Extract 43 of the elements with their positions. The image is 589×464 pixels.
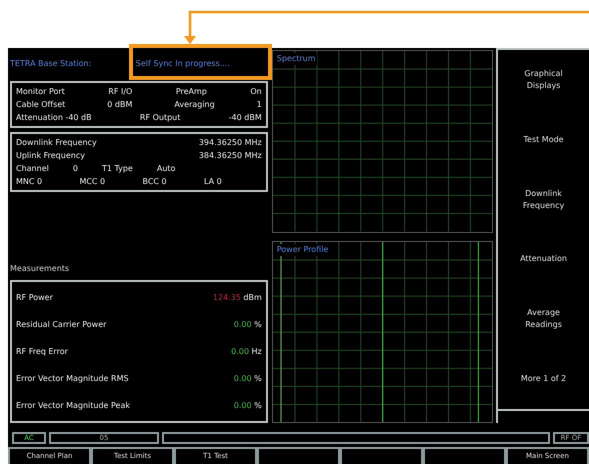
setting-text: Monitor Port	[16, 86, 65, 98]
channel-text: T1 Type	[102, 163, 133, 175]
setting-text: RF I/O	[108, 86, 132, 98]
channel-text: Auto	[156, 163, 176, 175]
measurement-value: 0.00	[234, 374, 252, 383]
frequency-label: Downlink Frequency	[16, 137, 97, 149]
network-code: MCC 0	[79, 176, 106, 188]
setting-text: PreAmp	[176, 86, 207, 98]
setting-text: Cable Offset	[16, 99, 66, 111]
sync-status: Self Sync In progress....	[136, 59, 230, 68]
setting-text: Attenuation -40 dB	[16, 112, 92, 124]
graph-title: Power Profile	[276, 244, 330, 256]
setting-text: 1	[256, 99, 262, 111]
network-code: BCC 0	[142, 176, 167, 188]
network-code: LA 0	[204, 176, 222, 188]
network-code: MNC 0	[16, 176, 42, 188]
setting-text: 0 dBM	[107, 99, 132, 111]
frequency-value: 394.36250 MHz	[198, 137, 262, 149]
measurement-name: Residual Carrier Power	[16, 319, 106, 331]
setting-text: -40 dBM	[228, 112, 262, 124]
screen-title: TETRA Base Station:	[10, 59, 92, 68]
measurement-unit: %	[254, 374, 262, 383]
measurement-name: Error Vector Magnitude RMS	[16, 373, 129, 385]
measurement-value: 0.00	[234, 401, 252, 410]
measurement-unit: dBm	[243, 293, 262, 302]
frequency-label: Uplink Frequency	[16, 150, 85, 162]
setting-text: Averaging	[174, 99, 215, 111]
frequency-value: 384.36250 MHz	[198, 150, 262, 162]
section-title: Measurements	[10, 263, 70, 275]
measurement-value: 124.35	[212, 293, 241, 302]
setting-text: RF Output	[140, 112, 180, 124]
measurement-name: RF Power	[16, 292, 53, 304]
measurement-value: 0.00	[231, 347, 249, 356]
measurement-value: 0.00	[234, 320, 252, 329]
channel-text: Channel	[16, 163, 49, 175]
measurement-unit: Hz	[252, 347, 262, 356]
graph-title: Spectrum	[276, 53, 317, 65]
measurement-unit: %	[254, 320, 262, 329]
channel-text: 0	[72, 163, 78, 175]
measurement-unit: %	[254, 401, 262, 410]
measurement-name: Error Vector Magnitude Peak	[16, 400, 130, 412]
setting-text: On	[250, 86, 262, 98]
measurement-name: RF Freq Error	[16, 346, 68, 358]
